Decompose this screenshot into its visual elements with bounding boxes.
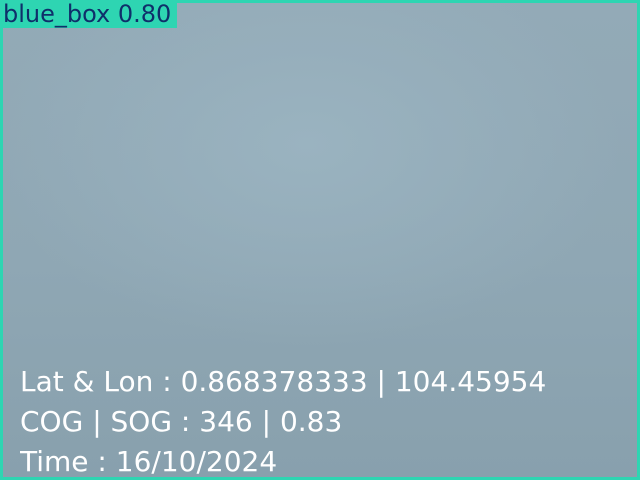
time-readout: Time : 16/10/2024 (20, 445, 278, 478)
lat-lon-readout: Lat & Lon : 0.868378333 | 104.45954 (20, 365, 547, 398)
detection-label: blue_box 0.80 (0, 0, 178, 28)
telemetry-overlay: Lat & Lon : 0.868378333 | 104.45954 COG … (20, 362, 640, 480)
camera-frame: blue_box 0.80 Lat & Lon : 0.868378333 | … (0, 0, 640, 480)
cog-sog-readout: COG | SOG : 346 | 0.83 (20, 405, 343, 438)
